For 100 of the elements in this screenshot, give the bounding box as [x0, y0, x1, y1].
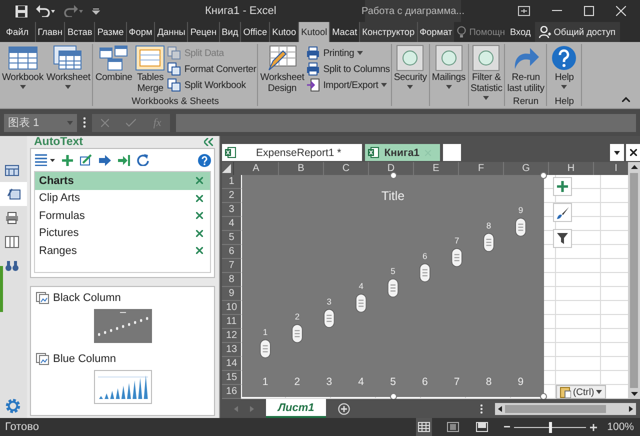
delete-icon[interactable] [196, 230, 203, 237]
horizontal-scrollbar[interactable] [495, 402, 636, 414]
new-sheet-icon[interactable] [338, 402, 350, 414]
edit-icon[interactable] [80, 154, 92, 166]
entry-label[interactable]: Blue Column [53, 352, 116, 364]
chart-styles-button[interactable] [553, 203, 572, 222]
ribbon-button[interactable]: Help [548, 45, 580, 96]
ribbon-button[interactable]: Import/Export [306, 78, 390, 92]
close-workbook-button[interactable] [626, 144, 640, 161]
paste-options-button[interactable]: (Ctrl) [556, 385, 606, 399]
ribbon-button[interactable]: Worksheet [45, 45, 92, 106]
worksheet-grid[interactable]: A B C D E F G H I 1 2 3 4 5 6 7 8 9 10 11 12 13 14 15 16 Title 1 2 3 4 5 6 7 8 9 1 2 3 4 5 6 7 8 9 (Ctrl) [222, 162, 628, 399]
column-header[interactable]: H [549, 162, 594, 175]
menu-tab[interactable]: Формат [416, 22, 454, 42]
scroll-up-icon[interactable] [630, 165, 638, 169]
zoom-slider[interactable] [514, 422, 586, 432]
category-item[interactable]: Clip Arts [35, 190, 210, 207]
name-box[interactable]: 图表 1 [4, 114, 77, 132]
minimize-icon[interactable] [552, 10, 562, 12]
delete-icon[interactable] [196, 212, 203, 220]
delete-icon[interactable] [196, 247, 203, 254]
ribbon-button[interactable]: Security [392, 45, 428, 106]
share-button[interactable]: Общий доступ [534, 22, 620, 42]
row-header[interactable]: 4 [222, 217, 241, 231]
category-item[interactable]: Pictures [35, 224, 210, 242]
entry-label[interactable]: Black Column [53, 292, 121, 304]
row-header[interactable]: 8 [222, 273, 241, 287]
row-header[interactable]: 3 [222, 203, 241, 217]
chart-thumbnail-drawing[interactable] [94, 370, 152, 404]
refresh-icon[interactable] [137, 154, 149, 166]
close-icon[interactable] [616, 6, 626, 16]
maximize-icon[interactable] [584, 6, 594, 16]
workbook-tab[interactable]: ExpenseReport1 * [222, 144, 362, 161]
settings-icon[interactable] [5, 398, 21, 414]
row-header[interactable]: 6 [222, 245, 241, 259]
row-header[interactable]: 11 [222, 315, 241, 329]
row-header[interactable]: 1 [222, 175, 241, 189]
ribbon-button[interactable]: Mailings [430, 45, 466, 106]
ribbon-button[interactable]: Re-run last utility [506, 45, 546, 96]
zoom-thumb[interactable] [549, 422, 552, 432]
row-header[interactable]: 9 [222, 287, 241, 301]
ribbon-button[interactable]: Workbook [1, 45, 44, 106]
ribbon-button[interactable]: Split Workbook [167, 78, 256, 92]
ribbon-button[interactable]: Worksheet Design [259, 45, 306, 106]
collapse-icon[interactable] [622, 97, 630, 102]
ribbon-display-icon[interactable] [518, 6, 530, 16]
ribbon-button[interactable]: Printing [306, 46, 390, 60]
resize-handle[interactable] [540, 172, 547, 179]
select-all-icon[interactable] [222, 164, 231, 173]
scroll-down-icon[interactable] [630, 392, 638, 396]
undo-icon[interactable] [36, 5, 56, 17]
workbook-tab[interactable]: Книга1 [365, 144, 440, 161]
sidebar-tab[interactable] [0, 182, 27, 206]
row-header[interactable]: 15 [222, 371, 241, 385]
normal-view-button[interactable] [416, 418, 432, 436]
more-icon[interactable] [83, 117, 86, 128]
sheet-tab[interactable]: Лист1 [266, 399, 326, 418]
ribbon-button[interactable]: Tables Merge [134, 45, 166, 96]
vertical-scrollbar[interactable] [628, 162, 640, 399]
row-header[interactable]: 7 [222, 259, 241, 273]
zoom-in-icon[interactable] [590, 424, 598, 430]
sign-in-link[interactable]: Вход [508, 22, 533, 42]
collapse-panel-icon[interactable] [204, 138, 213, 146]
row-header[interactable]: 16 [222, 385, 241, 399]
insert-end-icon[interactable] [118, 154, 130, 166]
chart-elements-button[interactable] [553, 177, 572, 196]
save-icon[interactable] [15, 4, 28, 18]
scroll-right-icon[interactable] [629, 406, 633, 412]
formula-input[interactable] [176, 114, 636, 132]
chart-thumbnail-drawing[interactable] [94, 308, 152, 342]
ribbon-button[interactable]: Split to Columns [306, 62, 390, 76]
resize-handle[interactable] [540, 393, 547, 399]
list-menu-icon[interactable] [35, 154, 55, 166]
category-item[interactable]: Formulas [35, 207, 210, 224]
row-header[interactable]: 5 [222, 231, 241, 245]
menu-tab[interactable]: Конструктор [359, 22, 417, 42]
scroll-left-icon[interactable] [498, 406, 502, 412]
zoom-level[interactable]: 100% [597, 421, 640, 433]
resize-handle[interactable] [390, 172, 397, 179]
category-item[interactable]: Ranges [35, 242, 210, 260]
new-tab-button[interactable] [442, 144, 460, 161]
customize-icon[interactable] [92, 7, 100, 15]
ribbon-button[interactable]: Combine [94, 45, 134, 96]
row-header[interactable]: 14 [222, 357, 241, 371]
add-icon[interactable] [62, 154, 73, 166]
chart-area[interactable]: Title 1 2 3 4 5 6 7 8 9 1 2 3 4 5 6 7 8 9 [242, 175, 544, 397]
more-icon[interactable] [480, 404, 484, 414]
redo-icon[interactable] [64, 5, 84, 17]
ribbon-button[interactable]: Format Converter [167, 62, 256, 76]
resize-handle[interactable] [390, 393, 397, 399]
delete-icon[interactable] [196, 194, 203, 202]
menu-tab[interactable]: Kutool [298, 22, 330, 42]
row-header[interactable]: 2 [222, 189, 241, 203]
category-item[interactable]: Charts [35, 172, 210, 190]
menu-tab[interactable]: Файл [0, 22, 35, 42]
row-header[interactable]: 10 [222, 301, 241, 315]
chart-filters-button[interactable] [553, 229, 572, 248]
delete-icon[interactable] [196, 177, 203, 184]
tab-list-button[interactable] [610, 144, 624, 161]
row-header[interactable]: 12 [222, 329, 241, 343]
